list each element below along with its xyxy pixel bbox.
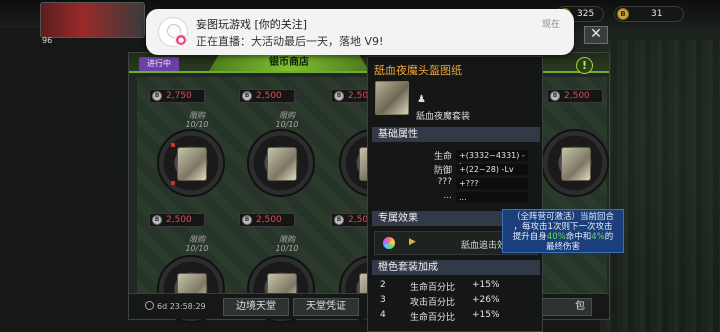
stat-row: 防御 +(22~28) -Lv [368,163,544,176]
special-effect-text: 舐血追击效 [461,241,507,251]
silver-coin-icon: B [152,215,162,225]
section-header-base-stats: 基础属性 [372,127,540,142]
silver-coin-icon: B [334,91,344,101]
price-tag: B 2,500 [239,89,295,103]
set-name: 舐血夜魔套装 [416,112,471,122]
player-avatar-banner[interactable] [40,2,145,38]
resource-b-coin[interactable]: B 31 [614,6,684,22]
silver-coin-icon: B [242,91,252,101]
notification-body: 正在直播：大活动最后一天，落地 V9! [196,35,384,48]
set-icon: ♟ [417,94,426,105]
shop-item-blueprint[interactable] [541,129,609,197]
tab-border-paradise[interactable]: 边境天堂 [223,298,289,316]
price-tag: B 2,750 [149,89,205,103]
item-blueprint-icon [267,147,297,181]
silver-coin-icon: B [334,215,344,225]
price-tag: B 2,500 [239,213,295,227]
item-blueprint-icon [177,147,207,181]
limit-label: 限购10/10 [185,111,209,129]
item-detail-panel: 舐血夜魔头盔图纸 ♟ 舐血夜魔套装 基础属性 生命+(3332~4331) -L… [367,56,543,332]
rarity-pip [171,143,175,147]
b-coin-icon: B [617,8,629,20]
tooltip-line: ，每攻击1次则下一次攻击 [513,222,613,232]
shop-title: 银币商店 [209,55,369,71]
item-title: 舐血夜魔头盔图纸 [374,64,462,77]
item-blueprint-icon [561,147,591,181]
notification-title: 妄图玩游戏 [你的关注] [196,18,308,31]
silver-coin-icon: B [550,91,560,101]
price-tag: B 2,500 [547,89,603,103]
shop-item-armor-blueprint[interactable] [247,129,315,197]
tooltip-line: 提升自身40%命中和4%的 [512,232,614,242]
stat-row: 生命+(3332~4331) -Lv [368,149,544,171]
clock-icon [145,301,154,310]
shop-item-helmet-blueprint[interactable] [157,129,225,197]
silver-coin-icon: B [242,215,252,225]
rainbow-gem-icon [381,235,397,251]
background-scenery [600,40,720,332]
tab-paradise-voucher[interactable]: 天堂凭证 [293,298,359,316]
stat-row: ...... [368,191,544,204]
limit-label: 限购10/10 [275,235,299,253]
notification-time: 现在 [541,20,560,30]
helmet-blueprint-icon [375,81,409,115]
stat-row: ??? +??? [368,177,544,190]
limit-label: 限购10/10 [275,111,299,129]
info-button[interactable]: ! [576,57,593,74]
limit-label: 限购10/10 [185,235,209,253]
silver-coin-icon: B [152,91,162,101]
live-notification[interactable]: ● 妄图玩游戏 [你的关注] 正在直播：大活动最后一天，落地 V9! 现在 [146,9,574,55]
refresh-timer: 6d 23:58:29 [145,301,206,311]
section-header-set-bonus: 橙色套装加成 [372,260,540,275]
effect-tooltip: （全阵营可激活）当前回合 ，每攻击1次则下一次攻击 提升自身40%命中和4%的 … [502,209,624,253]
tab-bag[interactable]: 包 [540,298,592,316]
set-bonus-row: 4 生命百分比 +15% [380,310,500,323]
resource-value: 325 [577,9,595,19]
live-badge-icon: ● [174,33,188,47]
close-button[interactable]: ✕ [584,26,608,44]
player-level: 96 [42,36,53,45]
price-tag: B 2,500 [149,213,205,227]
tooltip-line: （全阵营可激活）当前回合 [511,212,614,222]
rarity-pip [171,181,175,185]
arrow-right-icon: ▶ [409,237,416,247]
set-bonus-row: 3 攻击百分比 +26% [380,295,500,308]
resource-value: 31 [651,9,663,19]
set-bonus-row: 2 生命百分比 +15% [380,280,500,293]
status-badge: 进行中 [139,57,179,71]
tooltip-line: 最终伤害 [545,242,580,252]
